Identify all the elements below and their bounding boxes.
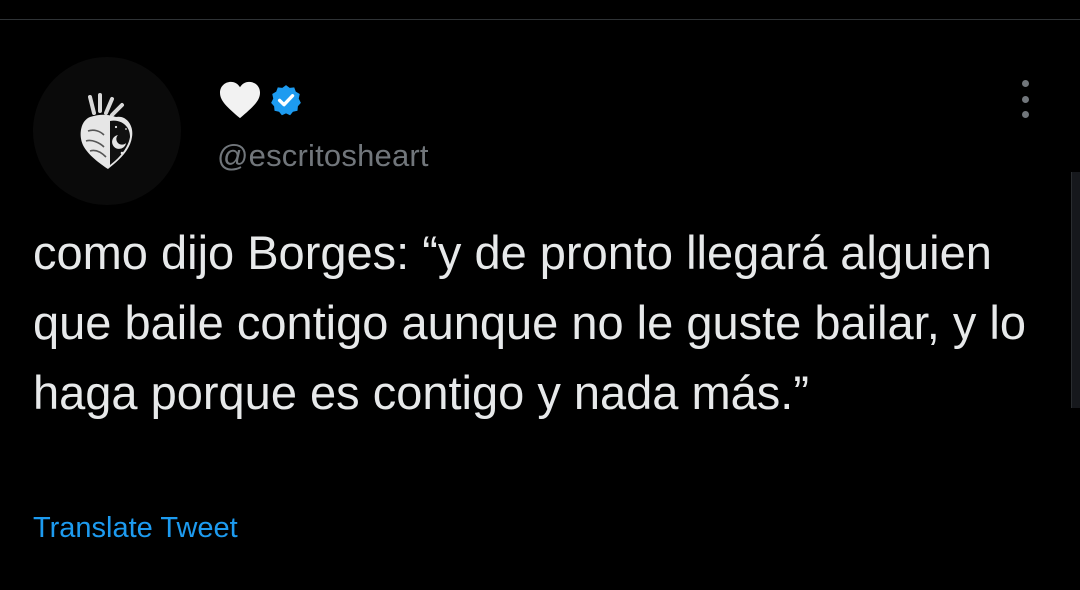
scrollbar[interactable] <box>1071 172 1080 408</box>
translate-tweet-link[interactable]: Translate Tweet <box>33 512 238 545</box>
tweet-card: @escritosheart como dijo Borges: “y de p… <box>0 0 1080 590</box>
tweet-text: como dijo Borges: “y de pronto llegará a… <box>33 226 1026 419</box>
verified-badge-icon <box>271 85 301 116</box>
more-options-icon[interactable] <box>1012 80 1038 118</box>
dot <box>1021 111 1029 118</box>
tweet-header: @escritosheart <box>217 78 429 174</box>
dot <box>1021 80 1029 87</box>
display-name[interactable] <box>217 78 429 122</box>
anatomical-heart-icon <box>80 93 133 169</box>
avatar[interactable] <box>33 57 181 205</box>
divider <box>0 19 1080 20</box>
user-handle[interactable]: @escritosheart <box>217 138 429 174</box>
white-heart-icon <box>220 81 260 119</box>
dot <box>1021 95 1029 103</box>
